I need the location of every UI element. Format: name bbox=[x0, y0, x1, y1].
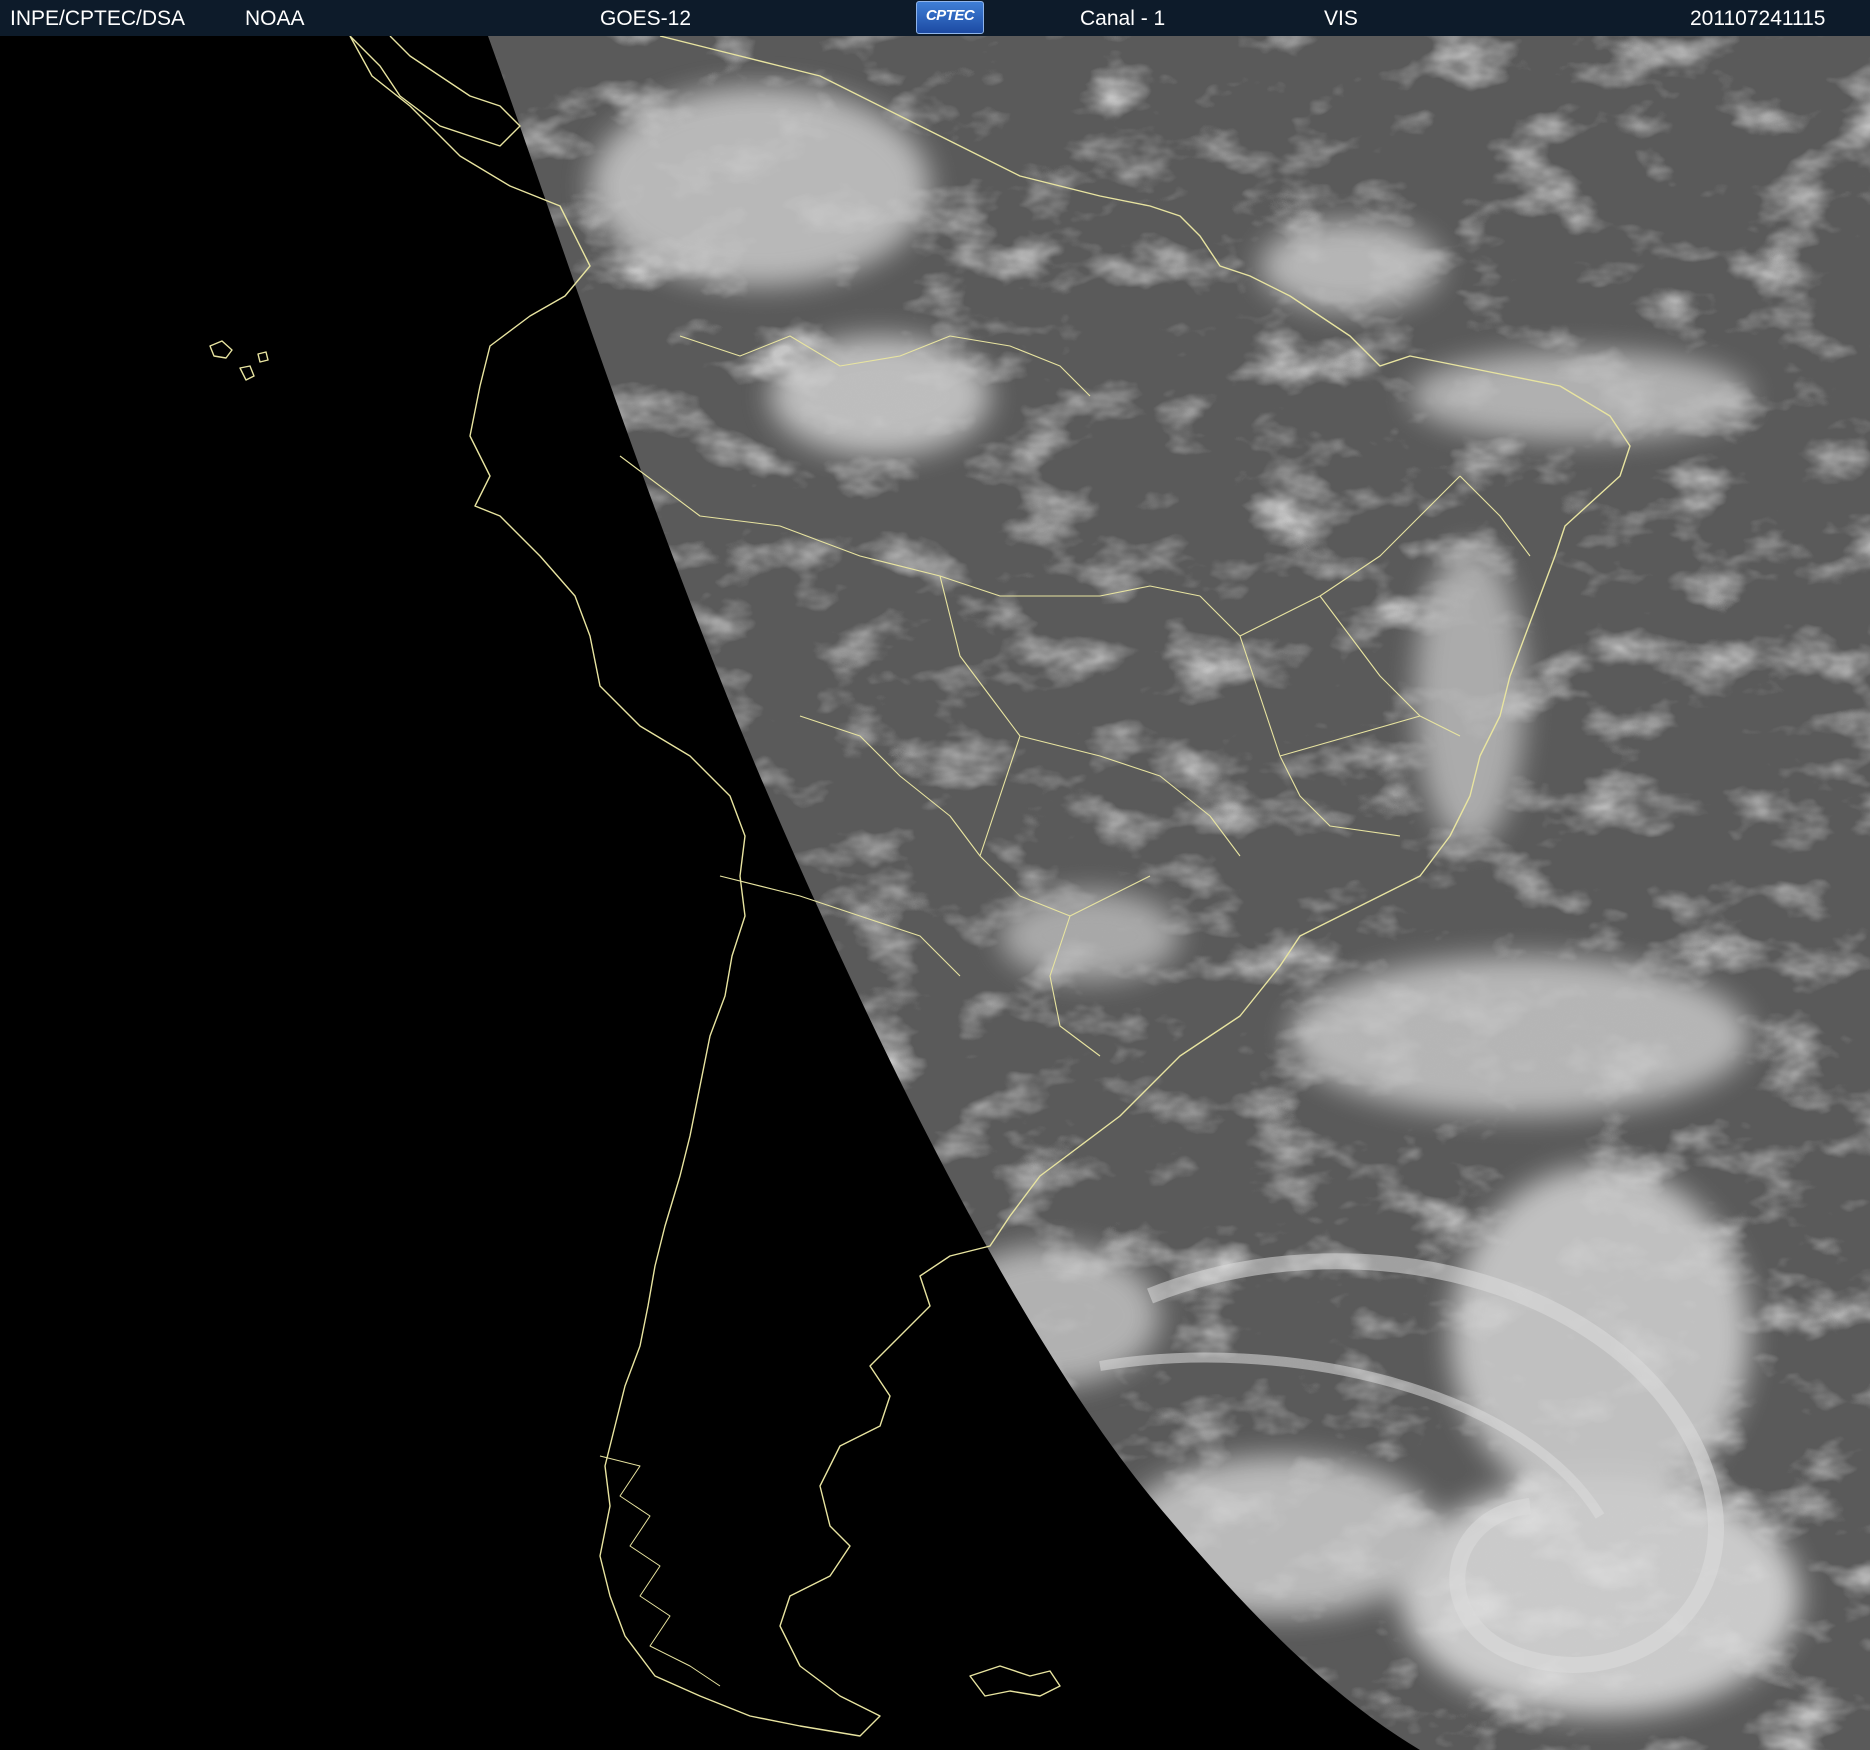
satellite-label: GOES-12 bbox=[600, 7, 692, 30]
timestamp-label: 201107241115 bbox=[1690, 7, 1826, 30]
band-label: VIS bbox=[1324, 7, 1358, 30]
satellite-map[interactable] bbox=[0, 36, 1870, 1750]
header-bar: INPE/CPTEC/DSA NOAA GOES-12 CPTEC Canal … bbox=[0, 0, 1870, 37]
agency-label: INPE/CPTEC/DSA bbox=[10, 7, 186, 30]
logo-text: CPTEC bbox=[925, 7, 975, 24]
channel-label: Canal - 1 bbox=[1080, 7, 1166, 30]
provider-label: NOAA bbox=[245, 7, 305, 30]
cptec-logo-icon: CPTEC bbox=[916, 1, 984, 34]
satellite-image bbox=[0, 36, 1870, 1750]
